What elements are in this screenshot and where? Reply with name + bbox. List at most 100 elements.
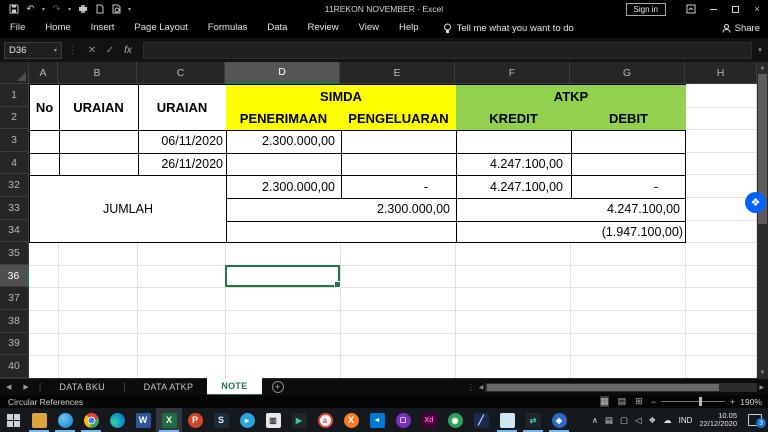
row-header-40[interactable]: 40 (0, 355, 29, 378)
cell-g2-debit[interactable]: DEBIT (571, 108, 686, 131)
taskbar-powerpoint-icon[interactable]: P (182, 408, 208, 432)
dropbox-badge-icon[interactable]: ❖ (745, 192, 766, 213)
new-document-icon[interactable] (94, 4, 105, 15)
column-header-h[interactable]: H (685, 62, 757, 84)
formula-input[interactable] (143, 42, 752, 59)
row-header-2[interactable]: 2 (0, 107, 29, 130)
row-header-32[interactable]: 32 (0, 174, 29, 197)
dropbox-tray-icon[interactable]: ❖ (649, 415, 657, 426)
taskbar-browser-app-icon[interactable]: ◈ (546, 408, 572, 432)
sheet-next-icon[interactable]: ▶ (17, 383, 34, 391)
tab-scroll-splitter[interactable]: ⋮ (463, 383, 479, 392)
zoom-out-button[interactable]: − (651, 397, 656, 407)
sign-in-button[interactable]: Sign in (626, 3, 666, 16)
ribbon-tab-view[interactable]: View (349, 18, 389, 38)
taskbar-sync-app-icon[interactable]: ⇄ (520, 408, 546, 432)
selected-cell-d36[interactable] (225, 265, 340, 288)
print-icon[interactable] (77, 4, 88, 15)
tell-me-box[interactable]: Tell me what you want to do (443, 23, 574, 34)
zoom-in-button[interactable]: + (730, 397, 735, 407)
sheet-tab-data-bku[interactable]: DATA BKU (45, 379, 119, 395)
zoom-level[interactable]: 190% (740, 397, 762, 407)
battery-icon[interactable]: ▤ (605, 415, 613, 426)
page-break-view-icon[interactable]: ⊞ (635, 396, 643, 407)
cell-d3-value[interactable]: 2.300.000,00 (226, 130, 341, 153)
taskbar-telegram-icon[interactable]: ▸ (234, 408, 260, 432)
new-sheet-button[interactable]: + (272, 381, 284, 393)
cell-e32-dash[interactable]: - (341, 175, 456, 198)
minimize-button[interactable] (702, 0, 724, 18)
cell-f32-value[interactable]: 4.247.100,00 (456, 175, 571, 198)
cell-jumlah[interactable]: JUMLAH (30, 175, 226, 243)
taskbar-cortana-app-icon[interactable] (52, 408, 78, 432)
column-header-f[interactable]: F (455, 62, 570, 84)
taskbar-anydesk-icon[interactable]: a (312, 408, 338, 432)
taskbar-word-icon[interactable]: W (130, 408, 156, 432)
ribbon-tab-page-layout[interactable]: Page Layout (124, 18, 197, 38)
cell-d2-penerimaan[interactable]: PENERIMAAN (226, 108, 341, 131)
column-header-d[interactable]: D (225, 62, 340, 84)
taskbar-s-app-icon[interactable]: S (208, 408, 234, 432)
save-icon[interactable] (8, 4, 19, 15)
ribbon-tab-help[interactable]: Help (389, 18, 429, 38)
page-layout-view-icon[interactable]: ▤ (618, 396, 627, 407)
cell-f34-difference[interactable]: (1.947.100,00) (456, 221, 686, 244)
taskbar-edge-icon[interactable] (104, 408, 130, 432)
taskbar-notes-app-icon[interactable] (494, 408, 520, 432)
column-header-a[interactable]: A (29, 62, 58, 84)
row-header-39[interactable]: 39 (0, 333, 29, 356)
cell-c4-date[interactable]: 26/11/2020 (138, 153, 226, 176)
column-header-c[interactable]: C (137, 62, 225, 84)
network-icon[interactable]: ▢ (620, 415, 628, 426)
row-header-38[interactable]: 38 (0, 310, 29, 333)
name-box-dropdown-icon[interactable]: ▾ (54, 47, 57, 54)
taskbar-camera-app-icon[interactable]: ◉ (442, 408, 468, 432)
zoom-slider-thumb[interactable] (699, 397, 702, 406)
scroll-up-icon[interactable]: ▲ (757, 62, 768, 73)
normal-view-icon[interactable]: ▦ (600, 396, 609, 407)
share-button[interactable]: Share (722, 23, 760, 34)
print-preview-icon[interactable] (111, 4, 122, 15)
volume-icon[interactable]: ◁ (635, 415, 642, 426)
action-center-icon[interactable]: 3 (748, 414, 762, 426)
column-header-e[interactable]: E (340, 62, 455, 84)
cell-d33-total[interactable]: 2.300.000,00 (226, 198, 456, 221)
row-header-4[interactable]: 4 (0, 152, 29, 175)
cell-g32-dash[interactable]: - (571, 175, 686, 198)
cell-c1-uraian[interactable]: URAIAN (138, 85, 226, 130)
cell-c3-date[interactable]: 06/11/2020 (138, 130, 226, 153)
language-indicator[interactable]: IND (679, 416, 693, 425)
column-header-g[interactable]: G (570, 62, 685, 84)
cell-f2-kredit[interactable]: KREDIT (456, 108, 571, 131)
taskbar-clock[interactable]: 10.05 22/12/2020 (699, 412, 737, 429)
cell-d32-value[interactable]: 2.300.000,00 (226, 175, 341, 198)
taskbar-adobe-xd-icon[interactable]: Xd (416, 408, 442, 432)
taskbar-file-explorer-icon[interactable] (26, 408, 52, 432)
cell-e2-pengeluaran[interactable]: PENGELUARAN (341, 108, 456, 131)
ribbon-tab-review[interactable]: Review (297, 18, 348, 38)
close-button[interactable]: × (746, 0, 768, 18)
cell-f1-atkp[interactable]: ATKP (456, 85, 686, 108)
start-button[interactable] (0, 408, 26, 432)
select-all-corner[interactable] (0, 62, 29, 84)
taskbar-chrome-icon[interactable] (78, 408, 104, 432)
ribbon-tab-formulas[interactable]: Formulas (198, 18, 258, 38)
cell-d1-simda[interactable]: SIMDA (226, 85, 456, 108)
horizontal-scrollbar[interactable]: ◀ ▶ (479, 383, 764, 392)
cell-b1-uraian[interactable]: URAIAN (59, 85, 138, 130)
ribbon-tab-file[interactable]: File (0, 18, 35, 38)
restore-button[interactable] (724, 0, 746, 18)
tray-chevron-icon[interactable]: ∧ (592, 415, 598, 426)
taskbar-xampp-icon[interactable]: X (338, 408, 364, 432)
row-header-37[interactable]: 37 (0, 287, 29, 310)
row-header-36[interactable]: 36 (0, 265, 29, 288)
ribbon-display-options-icon[interactable] (680, 0, 702, 18)
customize-qat-icon[interactable]: ▾ (128, 6, 131, 13)
scroll-right-icon[interactable]: ▶ (759, 384, 764, 391)
sheet-tab-data-atkp[interactable]: DATA ATKP (130, 379, 208, 395)
taskbar-design-app-icon[interactable]: ╱ (468, 408, 494, 432)
redo-icon[interactable]: ↷ (51, 4, 62, 15)
row-header-1[interactable]: 1 (0, 84, 29, 107)
taskbar-book-app-icon[interactable]: ▥ (260, 408, 286, 432)
enter-icon[interactable]: ✓ (101, 45, 119, 56)
